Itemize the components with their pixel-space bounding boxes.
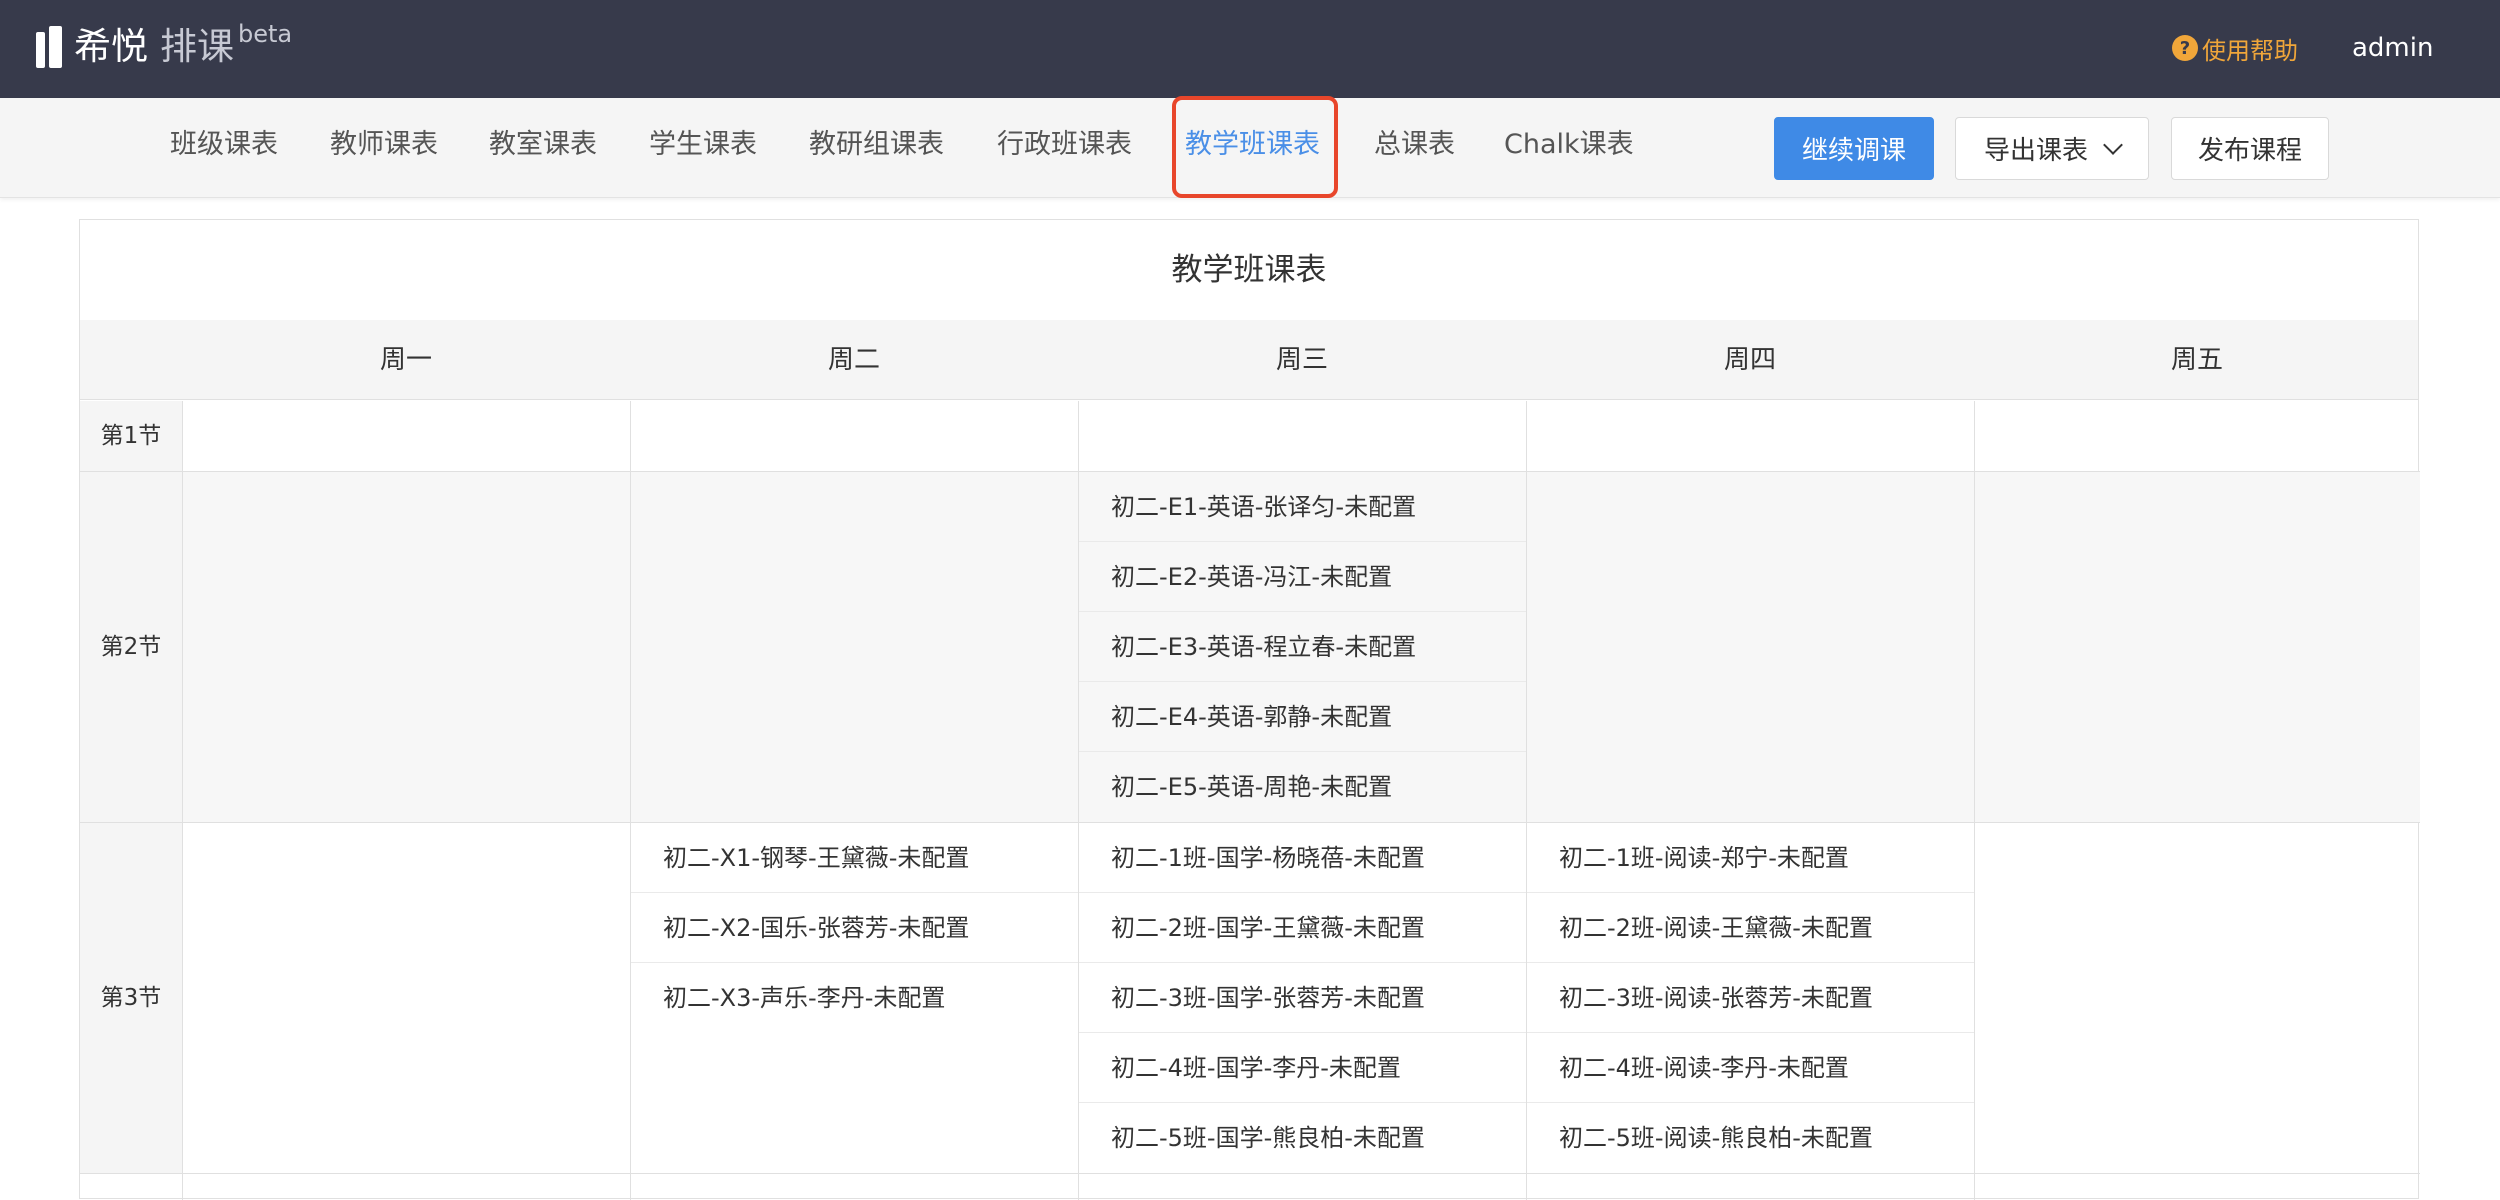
tab-teacher-schedule[interactable]: 教师课表 [330, 98, 438, 198]
grid-line [630, 401, 631, 1200]
day-header: 周五 [2170, 345, 2223, 375]
course-entry[interactable]: 初二-4班-阅读-李丹-未配置 [1527, 1033, 1974, 1103]
question-circle-icon: ? [2172, 35, 2198, 61]
timetable-title: 教学班课表 [1171, 252, 1327, 288]
logo-mark-icon [36, 26, 64, 70]
timetable-cell[interactable] [1975, 823, 2420, 1173]
day-header: 周三 [1275, 345, 1328, 375]
course-entry[interactable]: 初二-4班-国学-李丹-未配置 [1079, 1033, 1526, 1103]
timetable-header-row: 周一 周二 周三 周四 周五 [80, 320, 2418, 400]
publish-course-button[interactable]: 发布课程 [2171, 117, 2329, 180]
course-entry[interactable]: 初二-5班-阅读-熊良柏-未配置 [1527, 1103, 1974, 1173]
timetable-cell[interactable] [1079, 401, 1526, 471]
course-entry[interactable]: 初二-E3-英语-程立春-未配置 [1079, 612, 1526, 682]
tab-student-schedule[interactable]: 学生课表 [649, 98, 757, 198]
day-header: 周一 [379, 345, 432, 375]
grid-line [1526, 401, 1527, 1200]
timetable-cell: 初二-X1-钢琴-王黛薇-未配置 初二-X2-国乐-张蓉芳-未配置 初二-X3-… [631, 823, 1078, 1173]
timetable-cell[interactable] [631, 401, 1078, 471]
timetable-panel: 教学班课表 周一 周二 周三 周四 周五 第1节 第2节 初二-E1-英语-张译… [79, 219, 2420, 1200]
continue-adjust-button[interactable]: 继续调课 [1774, 117, 1934, 180]
timetable-cell: 初二-1班-国学-杨晓蓓-未配置 初二-2班-国学-王黛薇-未配置 初二-3班-… [1079, 823, 1526, 1173]
course-entry[interactable]: 初二-1班-阅读-郑宁-未配置 [1527, 823, 1974, 893]
timetable-cell[interactable] [1975, 401, 2420, 471]
grid-line [80, 822, 2420, 823]
timetable-cell[interactable] [631, 472, 1078, 822]
tab-admin-class-schedule[interactable]: 行政班课表 [997, 98, 1132, 198]
grid-line [1974, 401, 1975, 1200]
logo-brand: 希悦 [74, 25, 148, 68]
export-schedule-dropdown[interactable]: 导出课表 [1955, 117, 2149, 180]
help-link[interactable]: ? 使用帮助 [2172, 30, 2298, 66]
course-entry[interactable]: 初二-E4-英语-郭静-未配置 [1079, 682, 1526, 752]
course-entry[interactable]: 初二-E1-英语-张译匀-未配置 [1079, 472, 1526, 542]
timetable-cell: 初二-1班-阅读-郑宁-未配置 初二-2班-阅读-王黛薇-未配置 初二-3班-阅… [1527, 823, 1974, 1173]
course-entry[interactable]: 初二-X1-钢琴-王黛薇-未配置 [631, 823, 1078, 893]
course-entry[interactable]: 初二-E5-英语-周艳-未配置 [1079, 752, 1526, 822]
app-logo[interactable]: 希悦 排课 beta [36, 22, 292, 72]
tab-research-group-schedule[interactable]: 教研组课表 [809, 98, 944, 198]
grid-line [80, 1173, 2420, 1174]
export-label: 导出课表 [1983, 136, 2088, 166]
timetable-cell[interactable] [1975, 472, 2420, 822]
top-bar: 希悦 排课 beta ? 使用帮助 admin [0, 0, 2500, 98]
course-entry[interactable]: 初二-2班-阅读-王黛薇-未配置 [1527, 893, 1974, 963]
logo-product: 排课 [160, 25, 234, 68]
timetable-cell[interactable] [183, 472, 630, 822]
course-entry[interactable]: 初二-X2-国乐-张蓉芳-未配置 [631, 893, 1078, 963]
beta-badge: beta [238, 20, 293, 48]
timetable-cell[interactable] [1527, 401, 1974, 471]
grid-line [182, 401, 183, 1200]
timetable-cell[interactable] [1527, 472, 1974, 822]
course-entry[interactable]: 初二-5班-国学-熊良柏-未配置 [1079, 1103, 1526, 1173]
period-label: 第1节 [80, 401, 182, 471]
day-header: 周四 [1723, 345, 1776, 375]
course-entry[interactable]: 初二-E2-英语-冯江-未配置 [1079, 542, 1526, 612]
course-entry[interactable]: 初二-3班-国学-张蓉芳-未配置 [1079, 963, 1526, 1033]
active-tab-highlight [1172, 96, 1338, 198]
timetable-cell: 初二-E1-英语-张译匀-未配置 初二-E2-英语-冯江-未配置 初二-E3-英… [1079, 472, 1526, 822]
chevron-down-icon [2103, 134, 2123, 155]
grid-line [1078, 401, 1079, 1200]
course-entry[interactable]: 初二-3班-阅读-张蓉芳-未配置 [1527, 963, 1974, 1033]
course-entry[interactable]: 初二-2班-国学-王黛薇-未配置 [1079, 893, 1526, 963]
help-label: 使用帮助 [2202, 36, 2298, 65]
period-label: 第2节 [80, 472, 182, 822]
day-header: 周二 [827, 345, 880, 375]
tab-class-schedule[interactable]: 班级课表 [170, 98, 278, 198]
timetable-cell[interactable] [183, 823, 630, 1173]
course-entry[interactable]: 初二-X3-声乐-李丹-未配置 [631, 963, 1078, 1033]
course-entry[interactable]: 初二-1班-国学-杨晓蓓-未配置 [1079, 823, 1526, 893]
period-label: 第3节 [80, 823, 182, 1173]
tab-chalk-schedule[interactable]: Chalk课表 [1504, 98, 1634, 198]
timetable-cell[interactable] [183, 401, 630, 471]
tab-master-schedule[interactable]: 总课表 [1374, 98, 1455, 198]
grid-line [80, 471, 2420, 472]
tab-classroom-schedule[interactable]: 教室课表 [489, 98, 597, 198]
user-menu[interactable]: admin [2352, 28, 2433, 68]
